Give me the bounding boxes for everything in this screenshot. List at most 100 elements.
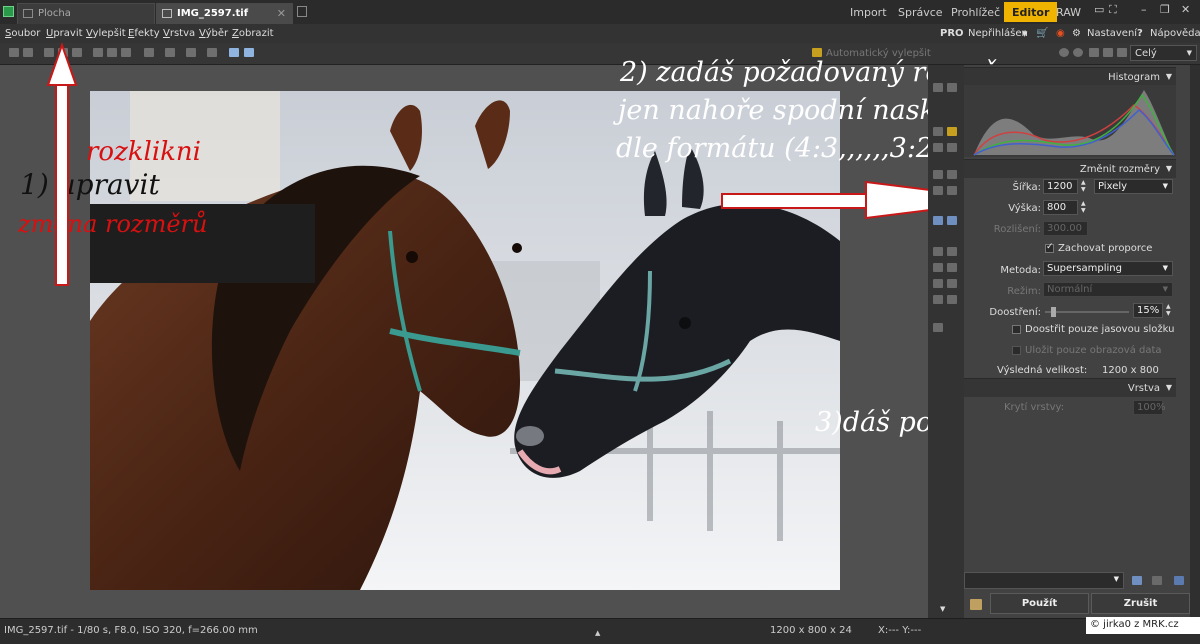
- print-icon[interactable]: [72, 48, 82, 57]
- rss-icon[interactable]: ◉: [1056, 28, 1065, 39]
- sharpen-slider[interactable]: [1045, 307, 1129, 317]
- scroll-down-icon[interactable]: ▼: [940, 605, 945, 613]
- mode-raw[interactable]: RAW: [1048, 2, 1089, 22]
- fullscreen-icon[interactable]: ⛶: [1109, 3, 1117, 17]
- sharpen-stepper[interactable]: ▲ ▼: [1166, 303, 1171, 317]
- new-tab-icon[interactable]: [297, 6, 307, 17]
- mode-manager[interactable]: Správce: [890, 2, 951, 22]
- restore-icon[interactable]: ❐: [1160, 3, 1170, 16]
- minimize-icon[interactable]: –: [1141, 3, 1147, 16]
- tool-brush-icon[interactable]: [933, 247, 943, 256]
- menu-upravit[interactable]: Upravit: [46, 28, 83, 39]
- tool-text-icon[interactable]: [933, 279, 943, 288]
- cart-icon[interactable]: 🛒: [1036, 28, 1048, 39]
- menu-efekty[interactable]: Efekty: [128, 28, 160, 39]
- resize-header[interactable]: Změnit rozměry ▼: [964, 159, 1176, 178]
- tool-resize-icon[interactable]: [947, 127, 957, 136]
- menu-soubor[interactable]: Soubor: [5, 28, 40, 39]
- monitor-icon[interactable]: ▭: [1094, 3, 1104, 16]
- open-icon[interactable]: [44, 48, 54, 57]
- keep-ratio-checkbox[interactable]: ✓: [1045, 242, 1054, 253]
- tool-crop-icon[interactable]: [933, 127, 943, 136]
- zoom-out-icon[interactable]: [1073, 48, 1083, 57]
- zoom-fit-icon[interactable]: [1089, 48, 1099, 57]
- rotate-left-icon[interactable]: [144, 48, 154, 57]
- settings-link[interactable]: Nastavení: [1087, 28, 1137, 39]
- layer-title: Vrstva: [1127, 383, 1160, 394]
- tool-pin-icon[interactable]: [947, 83, 957, 92]
- sharpen-slider-thumb[interactable]: [1051, 307, 1056, 317]
- tool-straighten-icon[interactable]: [947, 143, 957, 152]
- menu-vylepsit[interactable]: Vylepšit: [86, 28, 126, 39]
- close-tab-icon[interactable]: ✕: [277, 7, 286, 20]
- view-single-icon[interactable]: [229, 48, 239, 57]
- unit-select[interactable]: Pixely ▼: [1094, 179, 1173, 194]
- histogram-header[interactable]: Histogram ▼: [964, 67, 1176, 86]
- undo-icon[interactable]: [9, 48, 19, 57]
- method-select[interactable]: Supersampling ▼: [1043, 261, 1173, 276]
- mode-browser[interactable]: Prohlížeč: [943, 2, 1008, 22]
- tool-picker-icon[interactable]: [933, 295, 943, 304]
- width-stepper[interactable]: ▲ ▼: [1081, 179, 1086, 193]
- gear-icon[interactable]: ⚙: [1072, 28, 1081, 39]
- crop-icon[interactable]: [207, 48, 217, 57]
- tool-clone-icon[interactable]: [947, 186, 957, 195]
- copy-icon[interactable]: [93, 48, 103, 57]
- width-input[interactable]: 1200: [1043, 179, 1078, 194]
- rotate-right-icon[interactable]: [165, 48, 175, 57]
- sharpen-input[interactable]: 15%: [1133, 303, 1163, 318]
- layer-header[interactable]: Vrstva ▼: [964, 378, 1176, 397]
- paste-icon[interactable]: [107, 48, 117, 57]
- help-icon[interactable]: ?: [1137, 28, 1143, 39]
- tool-shape-icon[interactable]: [947, 279, 957, 288]
- redo-icon[interactable]: [23, 48, 33, 57]
- preset-select[interactable]: ▼: [964, 572, 1124, 589]
- menu-vrstva[interactable]: Vrstva: [163, 28, 195, 39]
- apply-button[interactable]: Použít: [990, 593, 1089, 614]
- menu-zobrazit[interactable]: Zobrazit: [232, 28, 274, 39]
- tool-rotate-icon[interactable]: [933, 143, 943, 152]
- delete-preset-icon[interactable]: [1152, 576, 1162, 585]
- collapse-icon[interactable]: ▲: [595, 629, 600, 637]
- help-link[interactable]: Nápověda: [1150, 28, 1200, 39]
- tool-eraser-icon[interactable]: [947, 247, 957, 256]
- zoom-actual-icon[interactable]: [1103, 48, 1113, 57]
- tool-redeye-icon[interactable]: [933, 186, 943, 195]
- image-canvas[interactable]: rozklikni 1) upravit změna rozměrů 2) za…: [0, 57, 1113, 618]
- tool-zoom-icon[interactable]: [933, 323, 943, 332]
- zoom-select[interactable]: Celý ▼: [1130, 45, 1197, 61]
- view-compare-icon[interactable]: [244, 48, 254, 57]
- tab-plocha[interactable]: Plocha: [17, 3, 155, 24]
- menu-vyber[interactable]: Výběr: [199, 28, 228, 39]
- chevron-down-icon: ▼: [1022, 30, 1028, 38]
- save-image-only-checkbox: [1012, 346, 1021, 355]
- tool-select-icon[interactable]: [933, 216, 943, 225]
- cut-icon[interactable]: [121, 48, 131, 57]
- height-stepper[interactable]: ▲ ▼: [1081, 200, 1086, 214]
- tool-lasso-icon[interactable]: [947, 216, 957, 225]
- height-input[interactable]: 800: [1043, 200, 1078, 215]
- tool-gradient-icon[interactable]: [947, 263, 957, 272]
- mode-import[interactable]: Import: [842, 2, 895, 22]
- status-bar: IMG_2597.tif - 1/80 s, F8.0, ISO 320, f=…: [0, 618, 1200, 644]
- panel-scrollbar[interactable]: [1190, 65, 1200, 618]
- horses-photo: [90, 91, 840, 590]
- tool-perspective-icon[interactable]: [933, 170, 943, 179]
- tool-hand-icon[interactable]: [947, 295, 957, 304]
- save-icon[interactable]: [58, 48, 68, 57]
- history-icon[interactable]: [970, 599, 982, 610]
- zoom-in-icon[interactable]: [1059, 48, 1069, 57]
- sharpen-luma-checkbox[interactable]: [1012, 325, 1021, 334]
- tool-move-icon[interactable]: [933, 83, 943, 92]
- unit-value: Pixely: [1098, 181, 1128, 192]
- tab-image[interactable]: IMG_2597.tif ✕: [156, 3, 293, 24]
- flip-icon[interactable]: [186, 48, 196, 57]
- save-preset-icon[interactable]: [1132, 576, 1142, 585]
- reset-icon[interactable]: [1174, 576, 1184, 585]
- cancel-button[interactable]: Zrušit: [1091, 593, 1190, 614]
- zoom-fill-icon[interactable]: [1117, 48, 1127, 57]
- tool-fill-icon[interactable]: [933, 263, 943, 272]
- close-window-icon[interactable]: ✕: [1181, 3, 1190, 16]
- login-dropdown[interactable]: Nepřihlášen: [968, 28, 1028, 39]
- tool-lens-icon[interactable]: [947, 170, 957, 179]
